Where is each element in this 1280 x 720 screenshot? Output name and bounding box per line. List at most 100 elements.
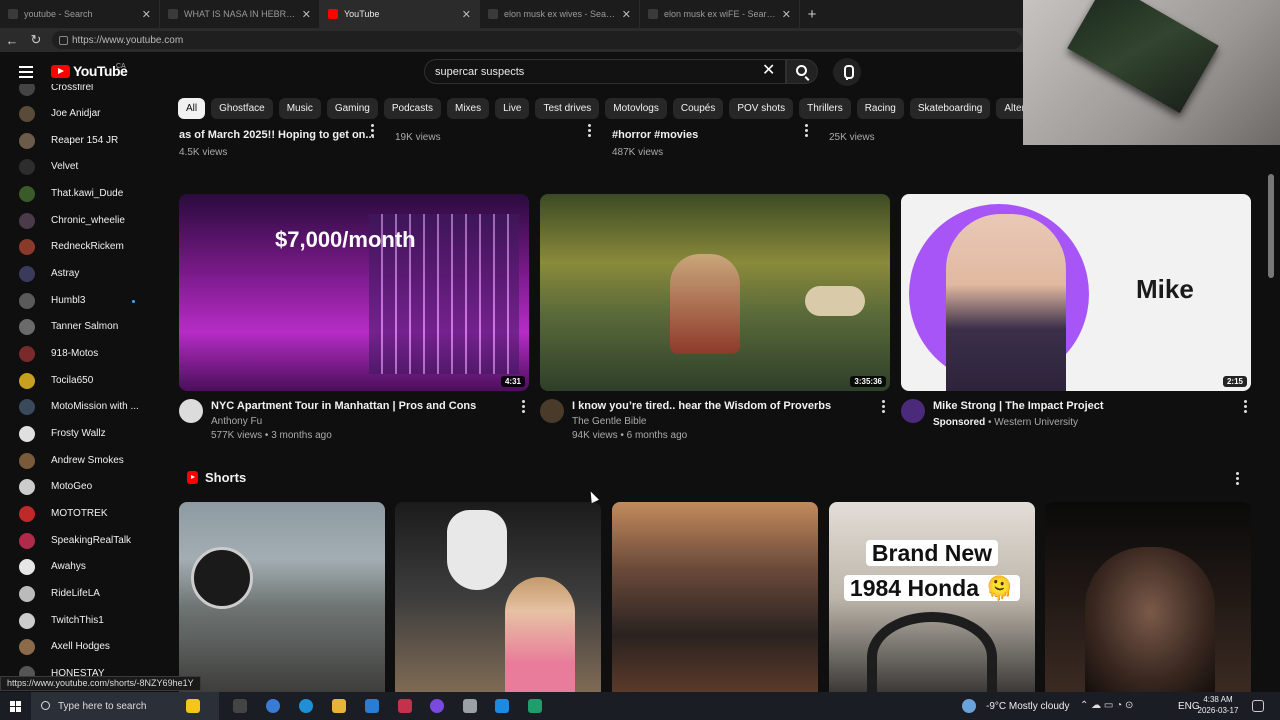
video-thumbnail[interactable]: 3:35:36 <box>540 194 890 391</box>
sidebar-item[interactable]: Tocila650 <box>0 368 160 394</box>
sidebar-item[interactable]: TwitchThis1 <box>0 608 160 634</box>
back-arrow-icon[interactable]: ← <box>0 33 24 48</box>
chip-all[interactable]: All <box>178 98 206 119</box>
new-tab-button[interactable]: + <box>800 6 824 23</box>
chip[interactable]: Thrillers <box>799 98 851 119</box>
video-title[interactable]: #horror #movies <box>612 129 698 141</box>
more-options-icon[interactable] <box>882 400 885 413</box>
app-icon[interactable] <box>528 699 542 713</box>
chip[interactable]: Motovlogs <box>605 98 667 119</box>
sidebar-item[interactable]: SpeakingRealTalk <box>0 528 160 554</box>
tab-close-icon[interactable]: ✕ <box>622 8 631 21</box>
search-highlight-icon[interactable] <box>186 699 200 713</box>
short-thumbnail[interactable] <box>179 502 385 692</box>
browser-tab-active[interactable]: YouTube ✕ <box>320 0 480 28</box>
sidebar-item[interactable]: Reaper 154 JR <box>0 128 160 154</box>
sidebar-item[interactable]: Andrew Smokes <box>0 448 160 474</box>
steam-icon[interactable] <box>495 699 509 713</box>
chip[interactable]: Test drives <box>535 98 600 119</box>
system-tray-icons[interactable]: ⌃ ☁ ▭ ◔ ⊙ <box>1080 700 1133 711</box>
sidebar-item[interactable]: MotoGeo <box>0 474 160 500</box>
channel-name[interactable]: Anthony Fu <box>211 416 262 427</box>
sidebar-item[interactable]: Awahys <box>0 554 160 580</box>
chip[interactable]: Music <box>278 98 321 119</box>
sidebar-item[interactable]: Joe Anidjar <box>0 101 160 127</box>
chip[interactable]: Podcasts <box>383 98 441 119</box>
chip[interactable]: Alter <box>996 98 1023 119</box>
short-thumbnail[interactable]: Brand New 1984 Honda 🫠 <box>829 502 1035 692</box>
tab-close-icon[interactable]: ✕ <box>302 8 311 21</box>
browser-tab[interactable]: WHAT IS NASA IN HEBREW - Search ✕ <box>160 0 320 28</box>
advertiser-name[interactable]: • Western University <box>988 417 1078 428</box>
file-explorer-icon[interactable] <box>332 699 346 713</box>
chip[interactable]: Mixes <box>447 98 490 119</box>
mail-icon[interactable] <box>365 699 379 713</box>
more-options-icon[interactable] <box>805 124 808 137</box>
hamburger-menu-icon[interactable] <box>19 66 33 78</box>
more-options-icon[interactable] <box>1236 472 1239 485</box>
sidebar-item[interactable]: Astray <box>0 261 160 287</box>
clear-search-icon[interactable]: ✕ <box>762 63 775 79</box>
sidebar-item[interactable]: MotoMission with ... <box>0 394 160 420</box>
chip[interactable]: POV shots <box>729 98 794 119</box>
chip[interactable]: Live <box>495 98 530 119</box>
scrollbar-thumb[interactable] <box>1268 174 1274 278</box>
sidebar-item[interactable]: 918-Motos <box>0 341 160 367</box>
video-thumbnail[interactable]: Mike 2:15 <box>901 194 1251 391</box>
short-thumbnail[interactable] <box>395 502 601 692</box>
chip[interactable]: Racing <box>856 98 904 119</box>
sidebar-item[interactable]: Velvet <box>0 154 160 180</box>
sidebar-item[interactable]: Frosty Wallz <box>0 421 160 447</box>
search-input[interactable]: supercar suspects <box>424 59 786 84</box>
chip[interactable]: Coupés <box>672 98 724 119</box>
search-button[interactable] <box>786 59 818 84</box>
reload-icon[interactable]: ↻ <box>24 32 48 48</box>
sidebar-item[interactable]: RideLifeLA <box>0 581 160 607</box>
sidebar-item[interactable]: Chronic_wheelie <box>0 208 160 234</box>
video-thumbnail[interactable]: $7,000/month 4:31 <box>179 194 529 391</box>
voice-search-mic-icon[interactable] <box>833 58 861 86</box>
video-title[interactable]: Mike Strong | The Impact Project <box>933 400 1104 412</box>
channel-avatar[interactable] <box>540 399 564 423</box>
task-view-icon[interactable] <box>233 699 247 713</box>
app-icon[interactable] <box>463 699 477 713</box>
sidebar-item[interactable]: MOTOTREK <box>0 501 160 527</box>
chip[interactable]: Ghostface <box>211 98 273 119</box>
sidebar-item[interactable]: Humbl3 <box>0 288 160 314</box>
store-icon[interactable] <box>398 699 412 713</box>
channel-avatar[interactable] <box>179 399 203 423</box>
sidebar-item[interactable]: Axell Hodges <box>0 634 160 660</box>
browser-tab[interactable]: youtube - Search ✕ <box>0 0 160 28</box>
channel-avatar <box>19 186 35 202</box>
channel-name[interactable]: The Gentle Bible <box>572 416 647 427</box>
browser-tab[interactable]: elon musk ex wiFE - Search Images ✕ <box>640 0 800 28</box>
app-icon[interactable] <box>430 699 444 713</box>
chip[interactable]: Gaming <box>326 98 378 119</box>
channel-avatar[interactable] <box>901 399 925 423</box>
tab-close-icon[interactable]: ✕ <box>782 8 791 21</box>
taskbar-clock[interactable]: 4:38 AM 2026-03-17 <box>1195 694 1241 716</box>
sidebar-item[interactable]: That.kawi_Dude <box>0 181 160 207</box>
short-thumbnail[interactable] <box>612 502 818 692</box>
browser-tab[interactable]: elon musk ex wives - Search ✕ <box>480 0 640 28</box>
edge-icon[interactable] <box>299 699 313 713</box>
more-options-icon[interactable] <box>1244 400 1247 413</box>
notifications-icon[interactable] <box>1252 700 1264 712</box>
video-title[interactable]: as of March 2025!! Hoping to get on... <box>179 129 375 141</box>
copilot-icon[interactable] <box>266 699 280 713</box>
more-options-icon[interactable] <box>371 124 374 137</box>
video-title[interactable]: NYC Apartment Tour in Manhattan | Pros a… <box>211 400 476 412</box>
windows-start-icon[interactable] <box>10 701 21 712</box>
tab-close-icon[interactable]: ✕ <box>462 8 471 21</box>
chip[interactable]: Skateboarding <box>909 98 991 119</box>
weather-text[interactable]: -9°C Mostly cloudy <box>986 692 1069 720</box>
more-options-icon[interactable] <box>588 124 591 137</box>
video-title[interactable]: I know you’re tired.. hear the Wisdom of… <box>572 400 831 412</box>
sidebar-item-partial[interactable]: Crossfirel <box>0 84 160 101</box>
tab-close-icon[interactable]: ✕ <box>142 8 151 21</box>
url-field[interactable]: https://www.youtube.com <box>52 31 1022 49</box>
more-options-icon[interactable] <box>522 400 525 413</box>
sidebar-item[interactable]: Tanner Salmon <box>0 314 160 340</box>
sidebar-item[interactable]: RedneckRickem <box>0 234 160 260</box>
short-thumbnail[interactable] <box>1045 502 1251 692</box>
